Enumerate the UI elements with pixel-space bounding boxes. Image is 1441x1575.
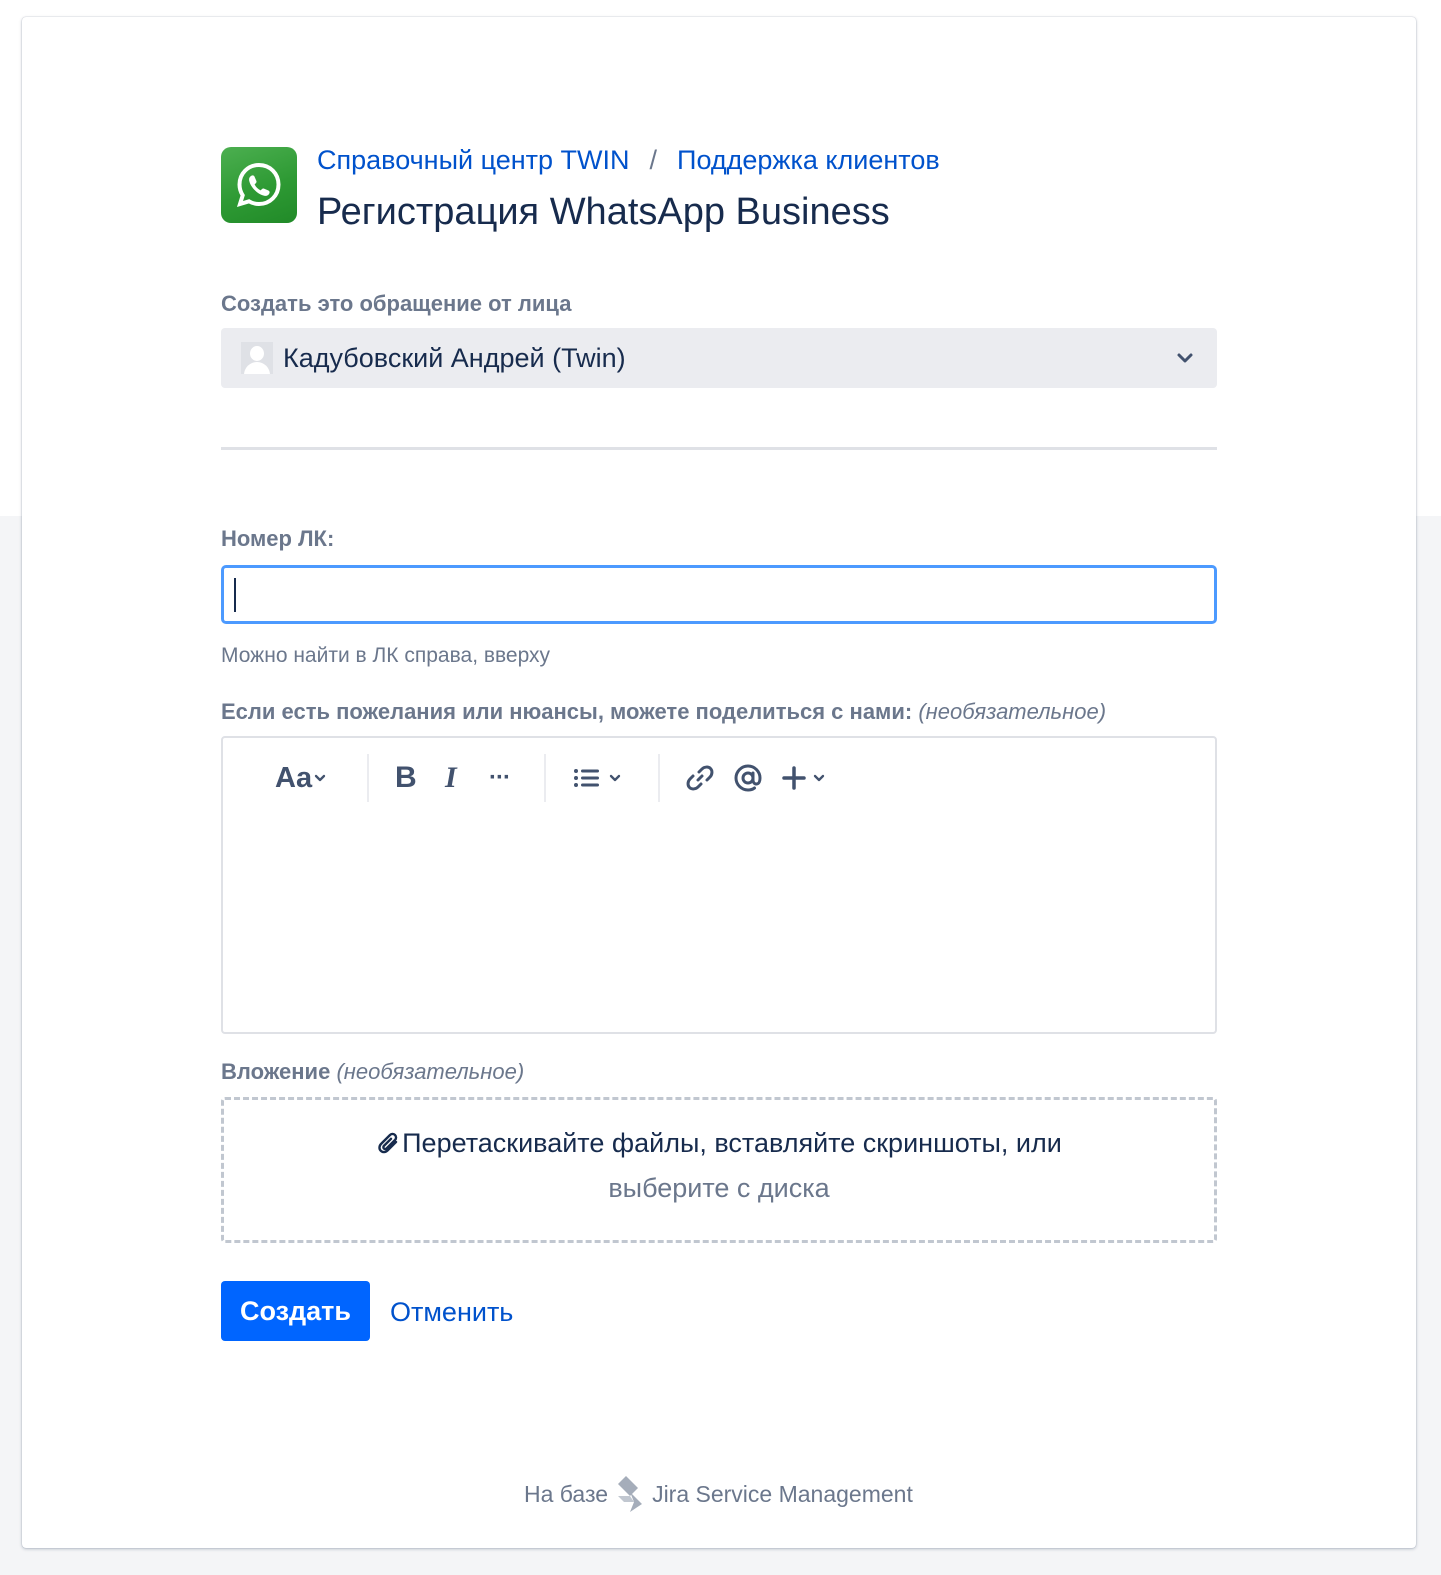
- raise-on-behalf-label: Создать это обращение от лица: [221, 291, 572, 316]
- page-title: Регистрация WhatsApp Business: [317, 191, 890, 233]
- more-icon: ···: [489, 764, 511, 791]
- wishes-label-text: Если есть пожелания или нюансы, можете п…: [221, 699, 913, 724]
- request-form-card: Справочный центр TWIN / Поддержка клиент…: [22, 17, 1416, 1548]
- account-number-helper: Можно найти в ЛК справа, вверху: [221, 644, 551, 667]
- italic-button[interactable]: I: [445, 756, 457, 800]
- attachment-label-text: Вложение: [221, 1059, 331, 1084]
- bold-icon: B: [395, 761, 417, 794]
- plus-icon: [782, 766, 806, 790]
- breadcrumb-help-center-link[interactable]: Справочный центр TWIN: [317, 145, 630, 176]
- optional-marker: (необязательное): [336, 1059, 525, 1084]
- attachment-dropzone[interactable]: Перетаскивайте файлы, вставляйте скриншо…: [221, 1097, 1217, 1243]
- paperclip-icon: [378, 1132, 398, 1153]
- mention-button[interactable]: [733, 756, 763, 800]
- portal-header: Справочный центр TWIN / Поддержка клиент…: [221, 144, 940, 234]
- link-icon: [686, 765, 714, 791]
- wishes-label: Если есть пожелания или нюансы, можете п…: [221, 699, 1106, 725]
- toolbar-separator: [658, 754, 660, 802]
- chevron-down-icon: [314, 774, 326, 782]
- breadcrumb: Справочный центр TWIN / Поддержка клиент…: [317, 144, 940, 176]
- attachment-label: Вложение (необязательное): [221, 1059, 524, 1085]
- text-caret: [234, 578, 236, 612]
- optional-marker: (необязательное): [918, 699, 1107, 724]
- dropzone-text: Перетаскивайте файлы, вставляйте скриншо…: [402, 1128, 1062, 1158]
- create-button[interactable]: Создать: [221, 1281, 370, 1341]
- chevron-down-icon: [1177, 353, 1193, 363]
- more-formatting-button[interactable]: ···: [489, 756, 511, 800]
- raise-on-behalf-select[interactable]: Кадубовский Андрей (Twin): [221, 328, 1217, 388]
- breadcrumb-portal-link[interactable]: Поддержка клиентов: [677, 145, 940, 176]
- raise-on-behalf-value: Кадубовский Андрей (Twin): [283, 342, 626, 373]
- bullet-list-icon: [574, 769, 599, 787]
- browse-link[interactable]: выберите с диска: [224, 1173, 1214, 1204]
- insert-dropdown[interactable]: [781, 756, 827, 800]
- cancel-link[interactable]: Отменить: [390, 1297, 513, 1328]
- powered-by-text: На базе: [524, 1480, 609, 1507]
- chevron-down-icon: [813, 774, 825, 782]
- account-number-label: Номер ЛК:: [221, 526, 335, 551]
- rich-text-editor[interactable]: Aa B I ···: [221, 736, 1217, 1034]
- chevron-down-icon: [609, 774, 621, 782]
- divider: [221, 447, 1217, 450]
- footer: На базе Jira Service Management: [524, 1474, 913, 1514]
- jira-service-management-icon: [618, 1476, 643, 1512]
- list-dropdown[interactable]: [573, 756, 623, 800]
- account-number-input[interactable]: [221, 565, 1217, 624]
- product-name: Jira Service Management: [652, 1480, 913, 1507]
- text-style-label: Aa: [275, 761, 313, 794]
- link-button[interactable]: [685, 756, 715, 800]
- mention-icon: [734, 764, 762, 792]
- toolbar-separator: [544, 754, 546, 802]
- whatsapp-icon: [221, 147, 297, 223]
- breadcrumb-separator: /: [649, 144, 658, 175]
- text-style-dropdown[interactable]: Aa: [275, 756, 328, 800]
- bold-button[interactable]: B: [395, 756, 417, 800]
- italic-icon: I: [445, 761, 457, 794]
- avatar: [241, 342, 273, 374]
- toolbar-separator: [367, 754, 369, 802]
